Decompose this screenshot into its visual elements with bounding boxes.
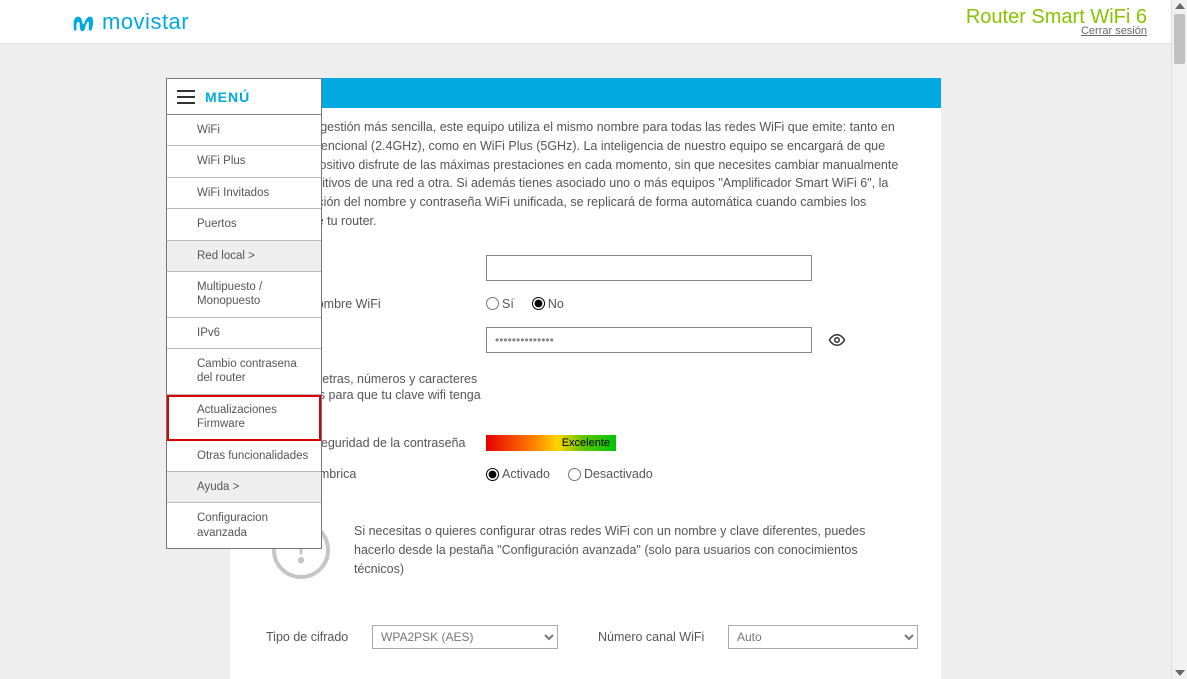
menu-item-ipv6[interactable]: IPv6 — [167, 318, 321, 349]
movistar-m-icon — [70, 9, 96, 35]
wireless-on[interactable]: Activado — [486, 467, 550, 481]
section-title-bar — [230, 78, 941, 108]
intro-text: Para una gestión más sencilla, este equi… — [230, 108, 941, 241]
menu-item-wifi-invitados[interactable]: WiFi Invitados — [167, 178, 321, 209]
brand-logo: movistar — [70, 9, 189, 35]
hamburger-icon — [177, 90, 195, 104]
menu-item-configuracion-avanzada[interactable]: Configuracion avanzada — [167, 503, 321, 548]
menu-header[interactable]: MENÚ — [167, 79, 321, 115]
logout-link[interactable]: Cerrar sesión — [1081, 25, 1147, 37]
content-card: Para una gestión más sencilla, este equi… — [230, 78, 941, 679]
vertical-scrollbar[interactable] — [1171, 0, 1187, 679]
hide-ssid-no[interactable]: No — [532, 297, 564, 311]
menu-item-red-local[interactable]: Red local > — [167, 241, 321, 272]
main-menu-panel: MENÚ WiFiWiFi PlusWiFi InvitadosPuertosR… — [166, 78, 322, 549]
top-bar: movistar Router Smart WiFi 6 Cerrar sesi… — [0, 0, 1171, 44]
menu-item-ayuda[interactable]: Ayuda > — [167, 472, 321, 503]
hide-ssid-yes[interactable]: Sí — [486, 297, 514, 311]
menu-item-wifi[interactable]: WiFi — [167, 115, 321, 146]
menu-title: MENÚ — [205, 89, 250, 105]
wireless-off[interactable]: Desactivado — [568, 467, 653, 481]
password-strength-meter: Excelente — [486, 435, 616, 451]
scrollbar-thumb[interactable] — [1174, 14, 1185, 64]
menu-item-wifi-plus[interactable]: WiFi Plus — [167, 146, 321, 177]
wifi-password-input[interactable] — [486, 327, 812, 353]
menu-item-puertos[interactable]: Puertos — [167, 209, 321, 240]
wifi-name-input[interactable] — [486, 255, 812, 281]
menu-item-actualizaciones-firmware[interactable]: Actualizaciones Firmware — [167, 395, 321, 441]
advanced-info-text: Si necesitas o quieres configurar otras … — [354, 522, 899, 578]
wifi-channel-label: Número canal WiFi — [598, 630, 718, 644]
menu-item-cambio-contrasena-del-router[interactable]: Cambio contrasena del router — [167, 349, 321, 395]
menu-item-otras-funcionalidades[interactable]: Otras funcionalidades — [167, 441, 321, 472]
cipher-type-label: Tipo de cifrado — [266, 630, 362, 644]
menu-item-multipuesto-monopuesto[interactable]: Multipuesto / Monopuesto — [167, 272, 321, 318]
advanced-info-box: ! Si necesitas o quieres configurar otra… — [266, 515, 905, 585]
wifi-channel-select[interactable]: Auto — [728, 625, 918, 649]
scroll-down-icon[interactable] — [1175, 670, 1185, 676]
show-password-icon[interactable] — [828, 331, 846, 349]
cipher-type-select[interactable]: WPA2PSK (AES) — [372, 625, 558, 649]
scroll-up-icon[interactable] — [1175, 3, 1185, 9]
brand-name: movistar — [102, 9, 189, 35]
